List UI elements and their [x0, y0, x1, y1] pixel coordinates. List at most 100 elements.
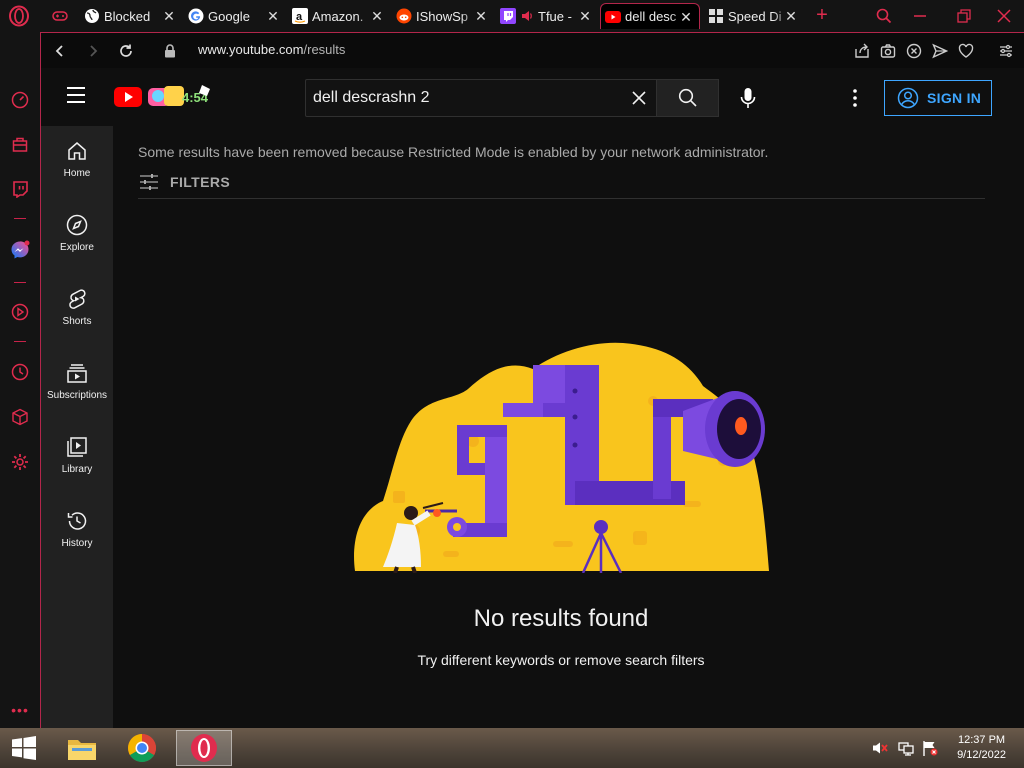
account-icon [897, 87, 919, 109]
settings-more-button[interactable] [847, 86, 863, 110]
reload-icon[interactable] [116, 41, 136, 61]
chrome-button[interactable] [120, 730, 164, 766]
address-bar: www.youtube.com/results [40, 32, 1024, 68]
messenger-icon[interactable] [10, 240, 30, 260]
url-field[interactable]: www.youtube.com/results [198, 42, 345, 57]
player-icon[interactable] [10, 302, 30, 322]
file-explorer-button[interactable] [60, 730, 104, 766]
guide-item-history[interactable]: History [41, 496, 113, 570]
search-button[interactable] [657, 79, 719, 117]
minimize-icon[interactable] [910, 6, 930, 26]
close-icon[interactable]: ✕ [162, 9, 176, 23]
tab-ishowspeed[interactable]: IShowSp ✕ [396, 3, 494, 29]
amazon-icon: a [292, 8, 308, 24]
sign-in-button[interactable]: SIGN IN [884, 80, 992, 116]
home-icon [68, 142, 86, 160]
folder-icon [68, 740, 96, 760]
settings-gear-icon[interactable] [10, 452, 30, 472]
tab-amazon[interactable]: a Amazon. ✕ [292, 3, 390, 29]
camera-icon[interactable] [879, 42, 897, 60]
voice-search-button[interactable] [735, 85, 761, 111]
opera-logo-icon[interactable] [8, 5, 30, 27]
filters-button[interactable]: FILTERS [138, 170, 230, 194]
easy-setup-icon[interactable] [997, 42, 1015, 60]
microphone-icon [740, 88, 756, 108]
youtube-logo-icon[interactable] [114, 87, 142, 107]
tab-youtube-active[interactable]: dell desc ✕ [600, 3, 700, 29]
back-icon[interactable] [50, 41, 70, 61]
action-center-flag-icon[interactable] [922, 740, 938, 756]
guide-item-library[interactable]: Library [41, 422, 113, 496]
youtube-guide: Home Explore Shorts Subscriptions Librar… [41, 126, 113, 728]
youtube-icon [605, 9, 621, 25]
tab-speed-dial[interactable]: Speed Di ✕ [708, 3, 804, 29]
guide-item-shorts[interactable]: Shorts [41, 274, 113, 348]
guide-item-explore[interactable]: Explore [41, 200, 113, 274]
close-icon[interactable]: ✕ [370, 9, 384, 23]
tab-blocked[interactable]: Blocked ✕ [84, 3, 182, 29]
youtube-page: 4:54 dell descrashn 2 SIGN IN Home Explo… [40, 68, 1024, 728]
close-icon[interactable]: ✕ [578, 9, 592, 23]
globe-icon [84, 8, 100, 24]
adblock-icon[interactable] [905, 42, 923, 60]
bag-icon[interactable] [10, 134, 30, 154]
tab-label: Google [208, 8, 250, 24]
reddit-icon [396, 8, 412, 24]
sidebar-divider [14, 218, 26, 219]
menu-hamburger-icon[interactable] [67, 87, 87, 107]
cube-icon[interactable] [10, 407, 30, 427]
opera-taskbar-button[interactable] [176, 730, 232, 766]
speedometer-icon[interactable] [10, 90, 30, 110]
restricted-mode-notice: Some results have been removed because R… [138, 144, 769, 160]
windows-logo-icon [12, 736, 36, 760]
restore-icon[interactable] [954, 6, 974, 26]
sidebar-divider [14, 282, 26, 283]
speaker-muted-icon[interactable] [872, 740, 888, 756]
opera-icon [191, 734, 217, 762]
url-host: www.youtube.com [198, 42, 304, 57]
guide-item-subscriptions[interactable]: Subscriptions [41, 348, 113, 422]
tab-search-icon[interactable] [874, 6, 894, 26]
share-icon[interactable] [853, 42, 871, 60]
start-button[interactable] [6, 730, 42, 766]
close-icon[interactable]: ✕ [474, 9, 488, 23]
send-icon[interactable] [931, 42, 949, 60]
close-icon[interactable]: ✕ [266, 9, 280, 23]
clock-time: 12:37 PM [957, 734, 1006, 746]
new-tab-button[interactable]: + [812, 5, 832, 25]
system-clock[interactable]: 12:37 PM 9/12/2022 [957, 733, 1006, 763]
clear-search-icon[interactable] [630, 89, 648, 107]
filters-label: FILTERS [170, 174, 231, 190]
speaker-icon[interactable] [520, 9, 534, 23]
game-controller-icon[interactable] [52, 8, 68, 24]
tab-google[interactable]: Google ✕ [188, 3, 286, 29]
search-icon [678, 88, 697, 107]
forward-icon[interactable] [83, 41, 103, 61]
close-icon[interactable]: ✕ [679, 10, 693, 24]
lock-icon[interactable] [163, 41, 177, 61]
clock-date: 9/12/2022 [957, 749, 1006, 761]
heart-icon[interactable] [957, 42, 975, 60]
history-icon [67, 512, 87, 530]
guide-item-label: Subscriptions [46, 390, 108, 401]
close-icon[interactable]: ✕ [784, 9, 798, 23]
url-path: /results [303, 42, 346, 57]
guide-item-label: Library [61, 464, 93, 475]
search-query-text: dell descrashn 2 [313, 89, 430, 106]
more-dots-icon[interactable]: ••• [10, 700, 30, 720]
windows-taskbar: 12:37 PM 9/12/2022 [0, 728, 1024, 768]
vertical-dots-icon [853, 89, 857, 107]
network-icon[interactable] [898, 740, 914, 756]
guide-item-home[interactable]: Home [41, 126, 113, 200]
close-window-icon[interactable] [994, 6, 1014, 26]
twitch-icon [500, 8, 516, 24]
tab-label: Amazon. [312, 8, 364, 24]
no-results-subtitle: Try different keywords or remove search … [417, 652, 705, 668]
youtube-doodle-logo-icon[interactable]: 4:54 [146, 82, 216, 110]
opera-sidebar: ••• [0, 32, 40, 728]
tab-tfue[interactable]: Tfue - ✕ [500, 3, 598, 29]
search-input[interactable]: dell descrashn 2 [305, 79, 657, 117]
subscriptions-icon [67, 364, 87, 383]
twitch-sidebar-icon[interactable] [10, 179, 30, 199]
history-clock-icon[interactable] [10, 362, 30, 382]
